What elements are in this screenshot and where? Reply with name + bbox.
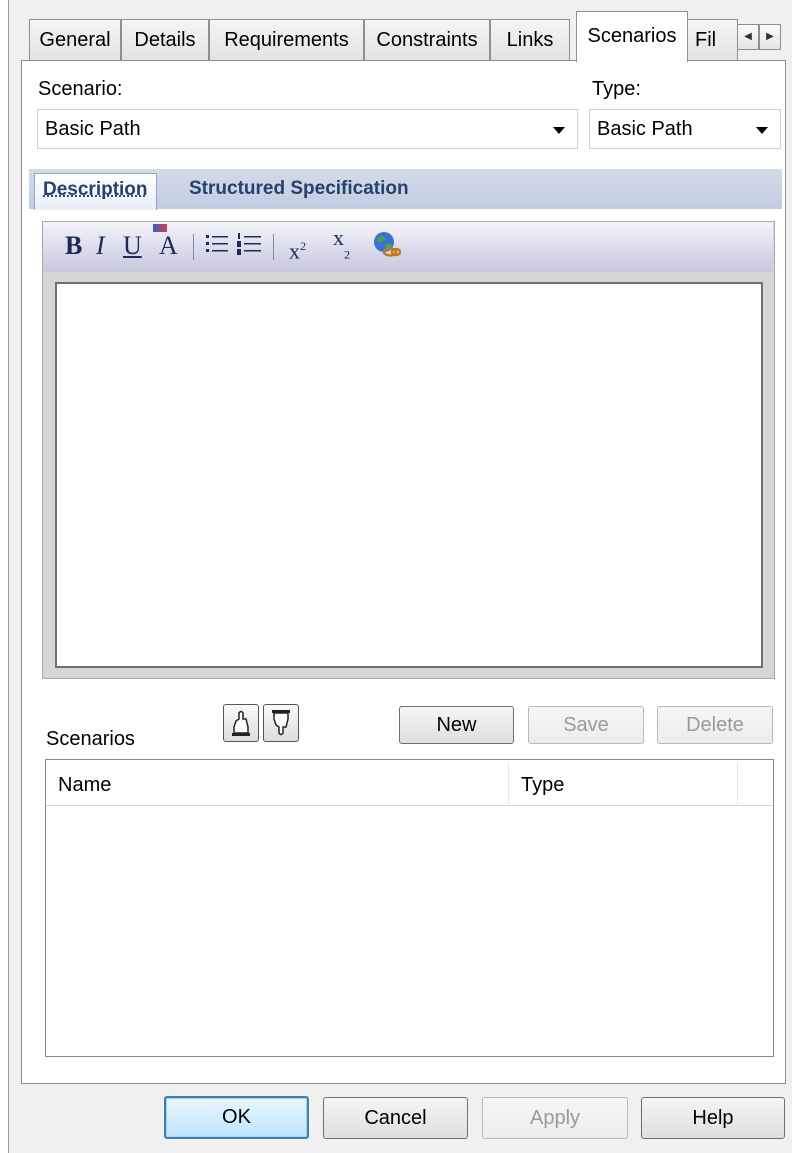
superscript-x: x: [289, 238, 300, 264]
column-header-name[interactable]: Name: [46, 760, 509, 806]
subtab-structured-specification[interactable]: Structured Specification: [189, 169, 409, 209]
scenario-value: Basic Path: [45, 118, 141, 140]
bold-icon[interactable]: B: [65, 230, 82, 262]
help-button[interactable]: Help: [641, 1097, 785, 1139]
ok-button[interactable]: OK: [164, 1096, 309, 1139]
description-text-area[interactable]: [55, 282, 763, 668]
column-header-type[interactable]: Type: [509, 760, 737, 806]
underline-icon[interactable]: U: [123, 230, 142, 262]
italic-icon[interactable]: I: [96, 230, 105, 262]
scenario-combo[interactable]: Basic Path: [37, 109, 578, 149]
font-color-label: A: [159, 231, 178, 260]
font-color-icon[interactable]: A: [153, 224, 178, 262]
type-label: Type:: [592, 78, 641, 100]
tab-details[interactable]: Details: [121, 19, 209, 60]
tab-requirements[interactable]: Requirements: [209, 19, 364, 60]
subscript-x: x: [333, 225, 344, 250]
save-button[interactable]: Save: [528, 706, 644, 744]
format-toolbar: B I U A x2 x2: [43, 222, 773, 272]
hyperlink-icon[interactable]: [371, 230, 402, 262]
subscript-icon[interactable]: x2: [333, 225, 350, 262]
delete-button[interactable]: Delete: [657, 706, 773, 744]
chevron-down-icon[interactable]: [553, 127, 565, 134]
apply-button[interactable]: Apply: [482, 1097, 628, 1139]
scenarios-list[interactable]: Name Type: [45, 759, 774, 1057]
chevron-down-icon[interactable]: [756, 127, 768, 134]
column-divider[interactable]: [737, 762, 738, 806]
scenario-label: Scenario:: [38, 78, 123, 100]
tab-scenarios[interactable]: Scenarios: [576, 11, 688, 62]
subtab-description[interactable]: Description: [34, 173, 157, 210]
subscript-mark: 2: [344, 247, 350, 262]
tab-scroll-left-icon[interactable]: ◀: [737, 24, 759, 50]
list-header: Name Type: [46, 760, 773, 806]
type-value: Basic Path: [597, 118, 693, 140]
scenarios-label: Scenarios: [46, 728, 135, 750]
tab-links[interactable]: Links: [490, 19, 570, 60]
new-button[interactable]: New: [399, 706, 514, 744]
bulleted-list-icon[interactable]: [205, 230, 229, 262]
type-combo[interactable]: Basic Path: [589, 109, 781, 149]
tab-files[interactable]: Fil: [686, 19, 738, 60]
tab-scroll-right-icon[interactable]: ▶: [759, 24, 781, 50]
move-up-icon[interactable]: [223, 704, 259, 742]
superscript-icon[interactable]: x2: [289, 230, 306, 264]
toolbar-separator: [193, 234, 194, 260]
numbered-list-icon[interactable]: [236, 230, 262, 262]
toolbar-separator: [273, 234, 274, 260]
cancel-button[interactable]: Cancel: [323, 1097, 468, 1139]
tab-constraints[interactable]: Constraints: [364, 19, 490, 60]
tab-general[interactable]: General: [29, 19, 121, 60]
move-down-icon[interactable]: [263, 704, 299, 742]
subtab-bar: Description Structured Specification: [29, 169, 782, 210]
superscript-mark: 2: [300, 239, 306, 253]
